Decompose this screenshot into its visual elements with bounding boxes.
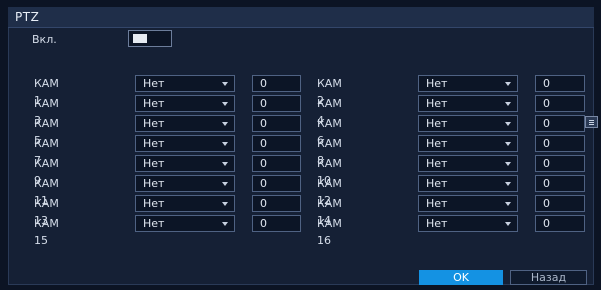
speed-input[interactable]: 0: [535, 175, 585, 192]
chevron-down-icon: [222, 122, 228, 126]
camera-label: КАМ 10: [317, 157, 342, 187]
speed-input[interactable]: 0: [252, 135, 301, 152]
speed-input[interactable]: 0: [252, 115, 301, 132]
protocol-value: Нет: [143, 157, 165, 170]
speed-input[interactable]: 0: [535, 195, 585, 212]
protocol-value: Нет: [426, 97, 448, 110]
camera-label: КАМ 6: [317, 117, 342, 147]
camera-label: КАМ 4: [317, 97, 342, 127]
protocol-value: Нет: [426, 217, 448, 230]
more-options-button[interactable]: [585, 116, 598, 128]
camera-label: КАМ 15: [34, 217, 59, 247]
camera-label: КАМ 12: [317, 177, 342, 207]
camera-label: КАМ 16: [317, 217, 342, 247]
enable-toggle[interactable]: [128, 30, 172, 47]
enable-label: Вкл.: [32, 33, 57, 46]
chevron-down-icon: [505, 202, 511, 206]
protocol-select[interactable]: Нет: [418, 135, 518, 152]
protocol-select[interactable]: Нет: [135, 155, 235, 172]
protocol-select[interactable]: Нет: [135, 175, 235, 192]
camera-label: КАМ 8: [317, 137, 342, 167]
speed-input[interactable]: 0: [252, 95, 301, 112]
protocol-value: Нет: [426, 157, 448, 170]
protocol-select[interactable]: Нет: [418, 175, 518, 192]
speed-input[interactable]: 0: [252, 155, 301, 172]
protocol-value: Нет: [143, 117, 165, 130]
back-button[interactable]: Назад: [510, 270, 587, 285]
protocol-select[interactable]: Нет: [418, 95, 518, 112]
speed-input[interactable]: 0: [535, 95, 585, 112]
chevron-down-icon: [505, 82, 511, 86]
speed-input[interactable]: 0: [535, 75, 585, 92]
camera-label: КАМ 1: [34, 77, 59, 107]
chevron-down-icon: [505, 222, 511, 226]
camera-label: КАМ 14: [317, 197, 342, 227]
protocol-value: Нет: [143, 137, 165, 150]
camera-label: КАМ 2: [317, 77, 342, 107]
protocol-select[interactable]: Нет: [135, 215, 235, 232]
protocol-select[interactable]: Нет: [135, 195, 235, 212]
title-bar: [8, 7, 594, 28]
speed-input[interactable]: 0: [252, 175, 301, 192]
protocol-select[interactable]: Нет: [418, 195, 518, 212]
camera-label: КАМ 7: [34, 137, 59, 167]
protocol-select[interactable]: Нет: [418, 75, 518, 92]
chevron-down-icon: [222, 142, 228, 146]
protocol-select[interactable]: Нет: [418, 155, 518, 172]
protocol-value: Нет: [426, 197, 448, 210]
camera-label: КАМ 11: [34, 177, 59, 207]
protocol-select[interactable]: Нет: [135, 115, 235, 132]
protocol-value: Нет: [143, 197, 165, 210]
chevron-down-icon: [505, 162, 511, 166]
protocol-value: Нет: [143, 177, 165, 190]
speed-input[interactable]: 0: [535, 135, 585, 152]
chevron-down-icon: [222, 202, 228, 206]
chevron-down-icon: [505, 122, 511, 126]
camera-label: КАМ 5: [34, 117, 59, 147]
speed-input[interactable]: 0: [252, 195, 301, 212]
protocol-value: Нет: [143, 217, 165, 230]
chevron-down-icon: [222, 182, 228, 186]
chevron-down-icon: [505, 102, 511, 106]
chevron-down-icon: [222, 222, 228, 226]
speed-input[interactable]: 0: [535, 155, 585, 172]
chevron-down-icon: [222, 162, 228, 166]
camera-label: КАМ 13: [34, 197, 59, 227]
protocol-select[interactable]: Нет: [135, 95, 235, 112]
protocol-value: Нет: [426, 137, 448, 150]
chevron-down-icon: [222, 82, 228, 86]
protocol-select[interactable]: Нет: [135, 75, 235, 92]
protocol-select[interactable]: Нет: [418, 215, 518, 232]
speed-input[interactable]: 0: [252, 215, 301, 232]
protocol-value: Нет: [426, 77, 448, 90]
camera-label: КАМ 3: [34, 97, 59, 127]
speed-input[interactable]: 0: [535, 115, 585, 132]
chevron-down-icon: [505, 182, 511, 186]
protocol-value: Нет: [426, 177, 448, 190]
protocol-select[interactable]: Нет: [135, 135, 235, 152]
speed-input[interactable]: 0: [535, 215, 585, 232]
protocol-value: Нет: [143, 77, 165, 90]
chevron-down-icon: [505, 142, 511, 146]
camera-label: КАМ 9: [34, 157, 59, 187]
protocol-select[interactable]: Нет: [418, 115, 518, 132]
toggle-knob: [133, 34, 147, 43]
speed-input[interactable]: 0: [252, 75, 301, 92]
protocol-value: Нет: [143, 97, 165, 110]
ok-button[interactable]: OK: [419, 270, 503, 285]
dialog-title: PTZ: [15, 10, 40, 24]
protocol-value: Нет: [426, 117, 448, 130]
chevron-down-icon: [222, 102, 228, 106]
